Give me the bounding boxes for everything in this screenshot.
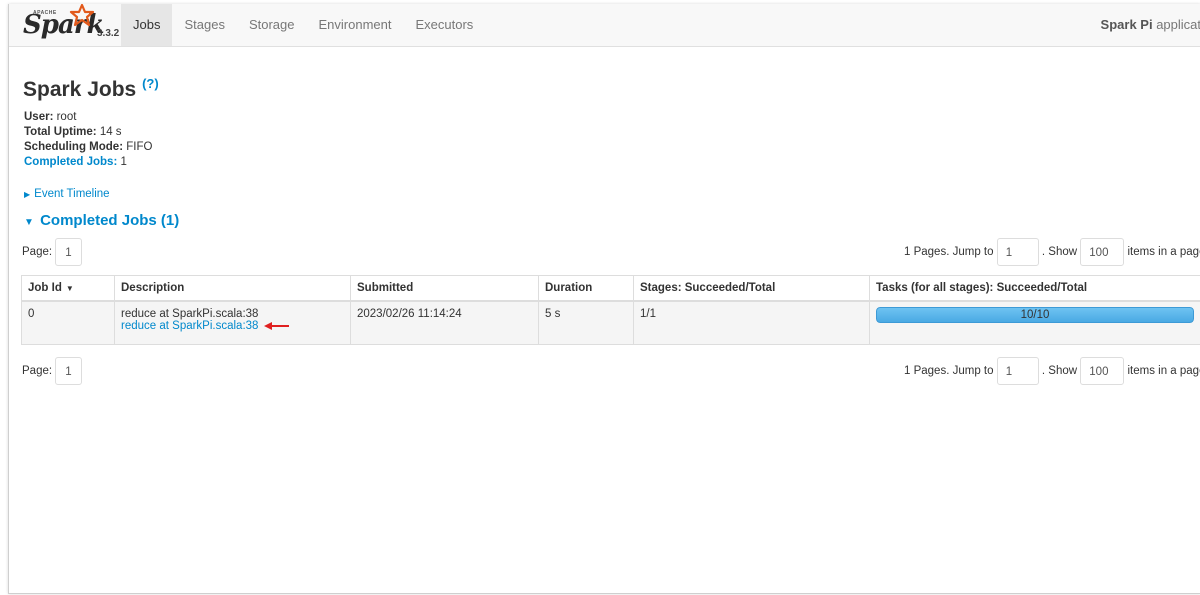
- completed-jobs-table: Job Id ▼ Description Submitted Duration S…: [21, 275, 1200, 345]
- page-size-input[interactable]: 100: [1080, 238, 1125, 266]
- uptime-label: Total Uptime:: [24, 126, 97, 138]
- page-title-text: Spark Jobs: [23, 78, 137, 101]
- event-timeline-label: Event Timeline: [34, 188, 110, 200]
- summary-uptime: Total Uptime: 14 s: [24, 125, 152, 140]
- mode-value: FIFO: [123, 141, 153, 153]
- user-label: User:: [24, 111, 54, 123]
- pages-text: 1 Pages. Jump to: [904, 365, 994, 377]
- red-arrow-annotation-icon: [264, 321, 290, 330]
- user-value: root: [53, 111, 77, 123]
- sort-desc-icon: ▼: [65, 284, 74, 293]
- pager-top-right: 1 Pages. Jump to 1 . Show 100 items in a…: [904, 238, 1200, 266]
- uptime-value: 14 s: [96, 126, 122, 138]
- items-text: items in a page.: [1127, 365, 1200, 377]
- pages-text: 1 Pages. Jump to: [904, 246, 994, 258]
- page-title: Spark Jobs (?): [23, 76, 159, 102]
- summary-mode: Scheduling Mode: FIFO: [24, 140, 152, 155]
- tab-environment[interactable]: Environment: [307, 4, 404, 46]
- completed-jobs-link[interactable]: Completed Jobs:: [24, 156, 117, 168]
- page-number-button[interactable]: 1: [55, 357, 82, 385]
- table-row: 0 reduce at SparkPi.scala:38 reduce at S…: [21, 300, 1200, 345]
- description-text: reduce at SparkPi.scala:38: [121, 308, 259, 320]
- header-description[interactable]: Description: [114, 275, 351, 302]
- cell-duration: 5 s: [538, 300, 634, 345]
- header-job-id[interactable]: Job Id ▼: [21, 275, 115, 302]
- spark-logo[interactable]: Spark APACHE 3.3.2: [17, 4, 122, 44]
- tab-storage[interactable]: Storage: [237, 4, 307, 46]
- header-submitted[interactable]: Submitted: [350, 275, 539, 302]
- description-link[interactable]: reduce at SparkPi.scala:38: [121, 320, 258, 332]
- mode-label: Scheduling Mode:: [24, 141, 124, 153]
- jump-to-input[interactable]: 1: [996, 357, 1039, 385]
- help-link[interactable]: (?): [142, 76, 159, 91]
- nav-tabs: Jobs Stages Storage Environment Executor…: [121, 4, 485, 46]
- cell-stages: 1/1: [633, 300, 870, 345]
- app-name-bold: Spark Pi: [1100, 17, 1153, 32]
- page-size-input[interactable]: 100: [1080, 357, 1125, 385]
- header-duration[interactable]: Duration: [538, 275, 634, 302]
- show-text: . Show: [1041, 365, 1078, 377]
- completed-jobs-header[interactable]: ▼ Completed Jobs (1): [24, 212, 179, 229]
- table-header-row: Job Id ▼ Description Submitted Duration S…: [21, 275, 1200, 302]
- completed-value: 1: [117, 156, 127, 168]
- cell-tasks: 10/10: [869, 300, 1200, 345]
- summary-user: User: root: [24, 110, 152, 125]
- page-label: Page:: [22, 365, 53, 377]
- spark-star-icon: [69, 4, 95, 26]
- completed-jobs-title: Completed Jobs (1): [40, 212, 180, 229]
- browser-frame: Spark APACHE 3.3.2 Jobs Stages Storage E…: [8, 4, 1200, 594]
- cell-description: reduce at SparkPi.scala:38 reduce at Spa…: [114, 300, 351, 345]
- pager-top-left: Page: 1: [22, 238, 82, 266]
- cell-job-id: 0: [21, 300, 115, 345]
- header-tasks[interactable]: Tasks (for all stages): Succeeded/Total: [869, 275, 1200, 302]
- logo-apache: APACHE: [33, 10, 57, 16]
- summary-list: User: root Total Uptime: 14 s Scheduling…: [24, 110, 152, 170]
- cell-submitted: 2023/02/26 11:14:24: [350, 300, 539, 345]
- page-label: Page:: [22, 246, 53, 258]
- show-text: . Show: [1041, 246, 1078, 258]
- pager-bottom-right: 1 Pages. Jump to 1 . Show 100 items in a…: [904, 357, 1200, 385]
- app-name: Spark Pi applicat: [1101, 4, 1200, 46]
- event-timeline-toggle[interactable]: ▶ Event Timeline: [24, 188, 110, 200]
- items-text: items in a page.: [1127, 246, 1200, 258]
- caret-down-icon: ▼: [24, 217, 34, 228]
- pager-bottom-left: Page: 1: [22, 357, 82, 385]
- app-name-suffix: applicat: [1152, 17, 1200, 32]
- page-number-button[interactable]: 1: [55, 238, 82, 266]
- tasks-progress-text: 10/10: [1020, 309, 1050, 321]
- caret-right-icon: ▶: [24, 190, 31, 199]
- navbar: Spark APACHE 3.3.2 Jobs Stages Storage E…: [9, 4, 1200, 47]
- tab-stages[interactable]: Stages: [172, 4, 236, 46]
- tasks-progress-bar: 10/10: [876, 307, 1194, 323]
- jump-to-input[interactable]: 1: [996, 238, 1039, 266]
- tab-jobs[interactable]: Jobs: [121, 4, 173, 46]
- spark-version: 3.3.2: [97, 28, 120, 39]
- summary-completed[interactable]: Completed Jobs: 1: [24, 155, 152, 170]
- tab-executors[interactable]: Executors: [403, 4, 485, 46]
- header-job-id-label: Job Id: [28, 282, 62, 294]
- header-stages[interactable]: Stages: Succeeded/Total: [633, 275, 870, 302]
